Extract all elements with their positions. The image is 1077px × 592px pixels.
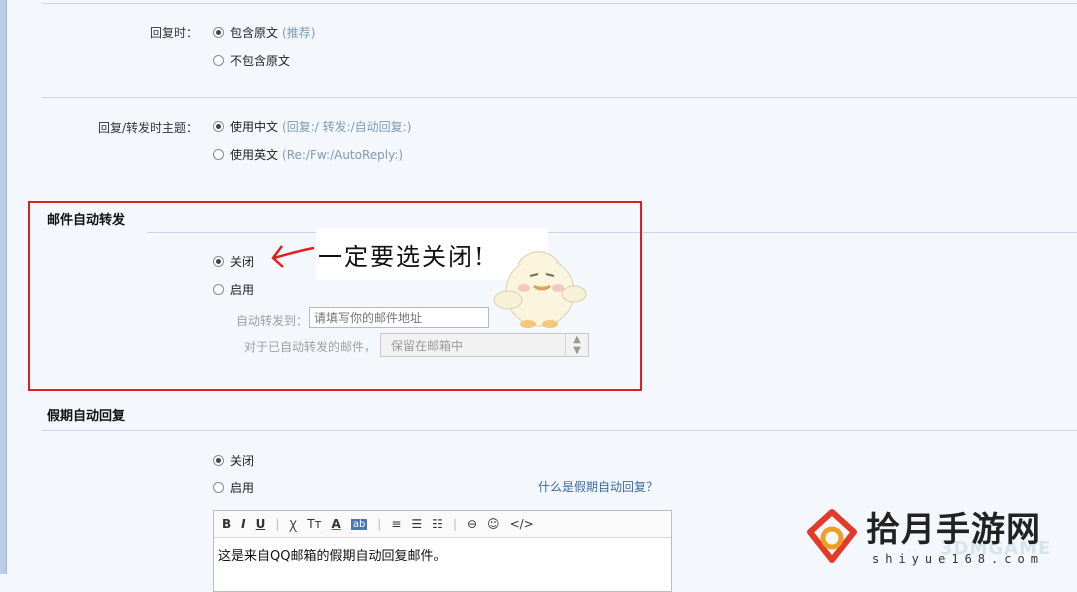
bold-icon[interactable]: B [222,517,231,531]
radio-icon[interactable] [213,121,224,132]
italic-icon[interactable]: I [241,517,245,531]
divider [42,97,1077,98]
watermark-url: shiyue168.com [872,552,1044,566]
red-arrow-icon [271,245,315,268]
vacation-option-off[interactable]: 关闭 [213,452,254,469]
divider [42,430,1077,431]
watermark: 3DMGAME 拾月手游网 shiyue168.com [800,500,1077,574]
divider [42,3,1077,4]
separator: | [452,517,457,531]
vacation-section-title: 假期自动回复 [47,409,126,424]
subject-option-chinese[interactable]: 使用中文 (回复:/ 转发:/自动回复:) [213,118,411,135]
reply-label: 回复时： [149,26,198,40]
vacation-help-link[interactable]: 什么是假期自动回复？ [538,478,658,495]
reply-option-include[interactable]: 包含原文 (推荐) [213,24,315,41]
editor-toolbar: B I U | Ꭓ Tт A ab | ≡ ☰ ☷ | ⊖ ☺ </> [214,511,671,538]
separator: | [275,517,280,531]
radio-icon[interactable] [213,482,224,493]
radio-icon[interactable] [213,27,224,38]
underline-icon[interactable]: U [256,517,266,531]
subject-option-english[interactable]: 使用英文 (Re:/Fw:/AutoReply:) [213,146,403,163]
editor-content[interactable]: 这是来自QQ邮箱的假期自动回复邮件。 [214,538,671,571]
font-color-icon[interactable]: A [332,517,341,531]
subject-label: 回复/转发时主题： [97,121,198,135]
vacation-option-on[interactable]: 启用 [213,479,254,496]
separator: | [377,517,382,531]
highlight-icon[interactable]: ab [350,518,368,530]
numbered-list-icon[interactable]: ☷ [432,517,443,531]
site-logo-icon [807,509,857,563]
emoji-icon[interactable]: ☺ [487,517,500,531]
font-size-icon[interactable]: Tт [307,517,321,531]
font-family-icon[interactable]: Ꭓ [289,516,297,533]
radio-icon[interactable] [213,55,224,66]
vacation-editor[interactable]: B I U | Ꭓ Tт A ab | ≡ ☰ ☷ | ⊖ ☺ </> 这是来自… [213,510,672,592]
radio-icon[interactable] [213,455,224,466]
radio-icon[interactable] [213,149,224,160]
watermark-title: 拾月手游网 [866,510,1041,550]
reply-option-exclude[interactable]: 不包含原文 [213,52,290,69]
link-icon[interactable]: ⊖ [467,517,477,531]
align-icon[interactable]: ≡ [391,517,401,531]
bullet-list-icon[interactable]: ☰ [411,517,422,531]
mascot-sticker [493,251,587,328]
source-code-icon[interactable]: </> [510,517,534,531]
left-edge-bar [0,0,7,574]
